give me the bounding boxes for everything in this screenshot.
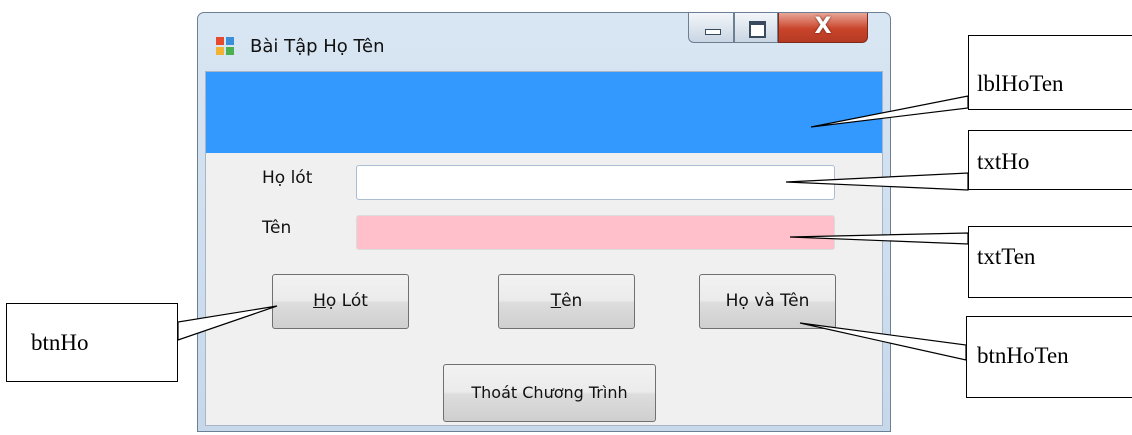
btn-ten-mnemonic: T bbox=[550, 291, 562, 311]
btn-ho-label: ọ Lót bbox=[325, 291, 368, 311]
btn-ho-button[interactable]: Họ Lót bbox=[272, 274, 409, 329]
minimize-icon bbox=[705, 29, 721, 35]
app-window: Bài Tập Họ Tên X Họ lót Tên Họ Lót Tên H… bbox=[197, 12, 891, 432]
app-form-icon[interactable] bbox=[216, 37, 236, 57]
lbl-hoten-label bbox=[206, 72, 882, 153]
window-title: Bài Tập Họ Tên bbox=[250, 36, 385, 57]
btn-hoten-button[interactable]: Họ và Tên bbox=[699, 274, 836, 329]
txt-ho-input[interactable] bbox=[356, 165, 835, 200]
btn-hoten-label: Họ và Tên bbox=[725, 291, 810, 311]
callout-txtho: txtHo bbox=[968, 130, 1132, 190]
btn-ten-label: ên bbox=[561, 291, 583, 311]
maximize-icon bbox=[749, 21, 766, 38]
title-bar[interactable]: Bài Tập Họ Tên X bbox=[198, 13, 890, 71]
label-ho-lot: Họ lót bbox=[262, 168, 313, 188]
label-ten: Tên bbox=[262, 218, 292, 238]
callout-txtten: txtTen bbox=[968, 226, 1132, 298]
btn-ho-mnemonic: H bbox=[313, 291, 326, 311]
callout-btnho: btnHo bbox=[6, 303, 178, 382]
callout-btnhoten: btnHoTen bbox=[966, 316, 1132, 398]
btn-ten-button[interactable]: Tên bbox=[498, 274, 635, 329]
exit-button[interactable]: Thoát Chương Trình bbox=[443, 364, 656, 422]
close-icon: X bbox=[814, 14, 832, 39]
maximize-button[interactable] bbox=[734, 13, 778, 43]
close-button[interactable]: X bbox=[778, 13, 868, 43]
exit-button-label: Thoát Chương Trình bbox=[471, 383, 628, 402]
form-client-area: Họ lót Tên Họ Lót Tên Họ và Tên Thoát Ch… bbox=[205, 71, 883, 426]
minimize-button[interactable] bbox=[688, 13, 734, 43]
txt-ten-input[interactable] bbox=[356, 215, 835, 250]
callout-lblhoten: lblHoTen bbox=[968, 35, 1132, 110]
